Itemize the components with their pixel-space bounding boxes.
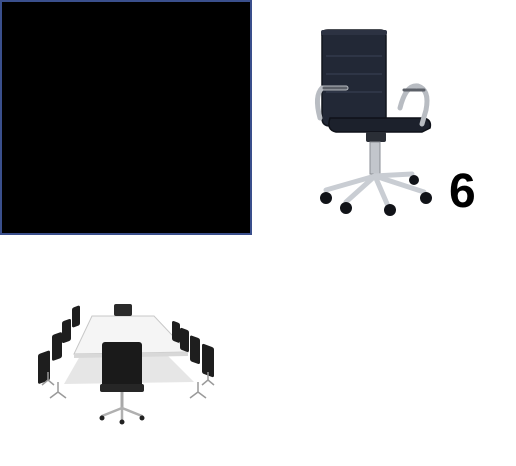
conference-table-image — [38, 304, 215, 425]
black-video-panel — [0, 0, 252, 235]
office-chair-image — [314, 29, 432, 216]
count-label: 6 — [449, 165, 476, 218]
